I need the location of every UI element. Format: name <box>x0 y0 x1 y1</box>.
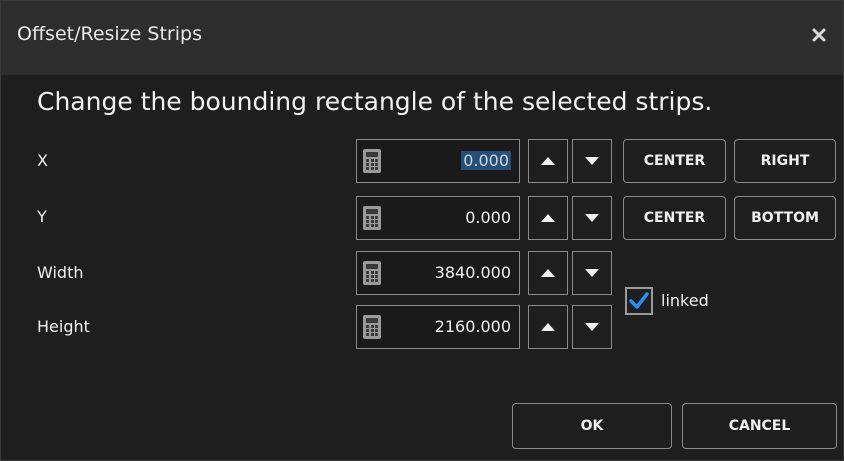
checkmark-icon <box>629 292 649 309</box>
calculator-icon[interactable] <box>363 206 381 230</box>
close-button[interactable] <box>805 21 833 49</box>
width-label: Width <box>37 263 84 282</box>
width-increment-button[interactable] <box>528 251 568 295</box>
x-center-button[interactable]: CENTER <box>623 139 726 183</box>
dialog-title: Offset/Resize Strips <box>17 23 202 45</box>
height-increment-button[interactable] <box>528 305 568 349</box>
calculator-icon[interactable] <box>363 261 381 285</box>
width-input[interactable]: 3840.000 <box>356 251 520 295</box>
triangle-up-icon <box>541 269 555 277</box>
y-bottom-button[interactable]: BOTTOM <box>734 196 836 240</box>
width-value[interactable]: 3840.000 <box>435 263 511 282</box>
x-right-button[interactable]: RIGHT <box>734 139 836 183</box>
y-center-button[interactable]: CENTER <box>623 196 726 240</box>
y-input[interactable]: 0.000 <box>356 196 520 240</box>
linked-label[interactable]: linked <box>661 291 709 310</box>
x-decrement-button[interactable] <box>572 139 612 183</box>
ok-button[interactable]: OK <box>512 403 672 449</box>
height-label: Height <box>37 317 90 336</box>
offset-resize-dialog: Offset/Resize Strips Change the bounding… <box>0 0 844 461</box>
height-value[interactable]: 2160.000 <box>435 317 511 336</box>
width-decrement-button[interactable] <box>572 251 612 295</box>
x-input[interactable]: 0.000 <box>356 139 520 183</box>
y-label: Y <box>37 207 47 226</box>
triangle-down-icon <box>585 269 599 277</box>
x-increment-button[interactable] <box>528 139 568 183</box>
triangle-up-icon <box>541 323 555 331</box>
calculator-icon[interactable] <box>363 315 381 339</box>
title-bar: Offset/Resize Strips <box>1 1 843 75</box>
dialog-heading: Change the bounding rectangle of the sel… <box>37 87 713 116</box>
cancel-button[interactable]: CANCEL <box>682 403 837 449</box>
y-increment-button[interactable] <box>528 196 568 240</box>
y-value[interactable]: 0.000 <box>465 208 511 227</box>
triangle-down-icon <box>585 323 599 331</box>
calculator-icon[interactable] <box>363 149 381 173</box>
triangle-up-icon <box>541 214 555 222</box>
triangle-down-icon <box>585 157 599 165</box>
triangle-up-icon <box>541 157 555 165</box>
triangle-down-icon <box>585 214 599 222</box>
height-decrement-button[interactable] <box>572 305 612 349</box>
x-label: X <box>37 151 48 170</box>
x-value[interactable]: 0.000 <box>461 151 511 170</box>
height-input[interactable]: 2160.000 <box>356 305 520 349</box>
close-icon <box>812 28 826 42</box>
linked-checkbox[interactable] <box>625 287 653 315</box>
y-decrement-button[interactable] <box>572 196 612 240</box>
